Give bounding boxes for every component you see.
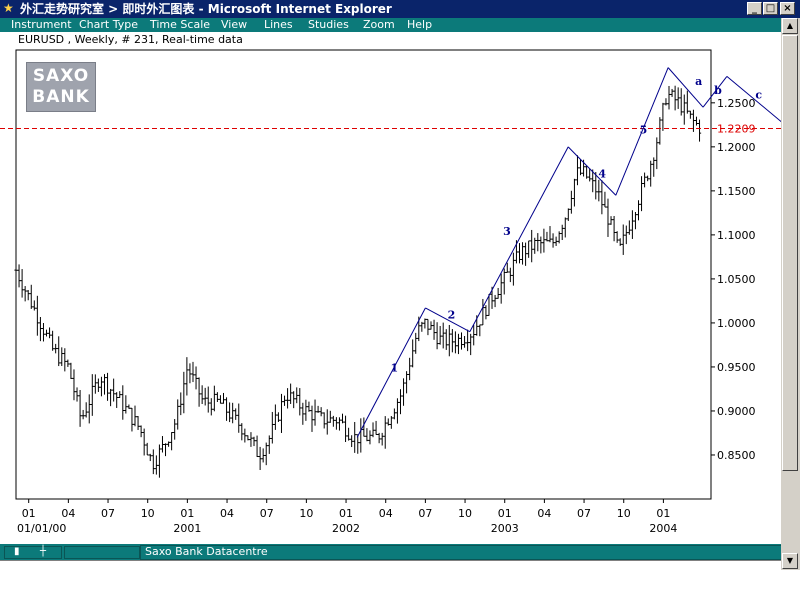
status-panel-2 [64,546,140,559]
x-tick-label: 07 [101,507,115,520]
page-bottom [0,560,781,571]
minimize-button[interactable]: _ [747,2,762,15]
y-tick-label: 0.9000 [717,405,756,418]
wave-label: b [714,84,722,97]
x-tick-label: 01 [498,507,512,520]
x-year-label: 2004 [649,522,677,535]
x-tick-label: 07 [418,507,432,520]
logo-line-2: BANK [32,87,90,107]
saxo-bank-logo: SAXO BANK [26,62,96,112]
wave-label: 1 [390,361,398,374]
x-year-label: 2001 [173,522,201,535]
menu-instrument[interactable]: Instrument [11,18,72,32]
status-panel-1 [4,546,62,559]
x-tick-label: 10 [617,507,631,520]
scroll-thumb[interactable] [782,35,798,471]
status-text: Saxo Bank Datacentre [145,545,268,558]
window-title: 外汇走势研究室 > 即时外汇图表 - Microsoft Internet Ex… [20,2,392,16]
close-button[interactable]: × [780,2,795,15]
y-tick-label: 1.2000 [717,141,756,154]
x-tick-label: 01 [656,507,670,520]
scroll-up-icon[interactable]: ▲ [782,18,798,34]
x-tick-label: 10 [141,507,155,520]
x-year-label: 2002 [332,522,360,535]
y-tick-label: 0.9500 [717,361,756,374]
menu-time-scale[interactable]: Time Scale [150,18,210,32]
y-axis: 0.8500 0.9000 0.9500 1.0000 1.0500 1.1000 1.15… [711,97,756,462]
x-tick-label: 01 [22,507,36,520]
wave-label: 5 [640,124,648,137]
y-tick-label: 0.8500 [717,449,756,462]
menu-zoom[interactable]: Zoom [363,18,395,32]
wave-label: 2 [448,309,456,322]
y-tick-label: 1.0500 [717,273,756,286]
vertical-scrollbar[interactable]: ▲ ▼ [781,18,800,570]
wave-label: 4 [598,168,606,181]
menu-chart-type[interactable]: Chart Type [79,18,138,32]
wave-label: a [695,75,702,88]
window-titlebar: ★ 外汇走势研究室 > 即时外汇图表 - Microsoft Internet … [0,0,800,18]
status-bar: ▮ ┼ Saxo Bank Datacentre [0,544,782,560]
price-chart[interactable]: 1.2209 0.8500 0.9000 0.9500 1.0000 1.0500 1.1… [0,32,781,544]
menu-view[interactable]: View [221,18,247,32]
star-icon: ★ [3,1,14,15]
menu-help[interactable]: Help [407,18,432,32]
x-tick-label: 04 [379,507,393,520]
x-tick-label: 10 [299,507,313,520]
menu-lines[interactable]: Lines [264,18,293,32]
x-tick-label: 07 [577,507,591,520]
y-tick-label: 1.1500 [717,185,756,198]
x-tick-label: 01 [180,507,194,520]
x-tick-label: 04 [220,507,234,520]
x-tick-label: 01 [339,507,353,520]
menu-bar: Instrument Chart Type Time Scale View Li… [0,18,781,32]
y-tick-label: 1.1000 [717,229,756,242]
x-tick-label: 04 [537,507,551,520]
x-tick-label: 04 [61,507,75,520]
price-line-label: 1.2209 [717,122,756,135]
x-axis: 01 04 07 10 01 04 07 10 01 04 07 10 01 04 07 10 01 01/01/… [17,499,677,535]
x-tick-label: 07 [260,507,274,520]
x-year-label: 01/01/00 [17,522,66,535]
wave-label: 3 [503,225,511,238]
record-icon[interactable]: ▮ [14,544,20,560]
menu-studies[interactable]: Studies [308,18,349,32]
crosshair-icon[interactable]: ┼ [40,544,46,560]
x-year-label: 2003 [491,522,519,535]
x-tick-label: 10 [458,507,472,520]
y-tick-label: 1.2500 [717,97,756,110]
maximize-button[interactable]: □ [763,2,778,15]
logo-line-1: SAXO [32,66,90,86]
scroll-down-icon[interactable]: ▼ [782,553,798,569]
wave-label: c [755,88,762,101]
y-tick-label: 1.0000 [717,317,756,330]
